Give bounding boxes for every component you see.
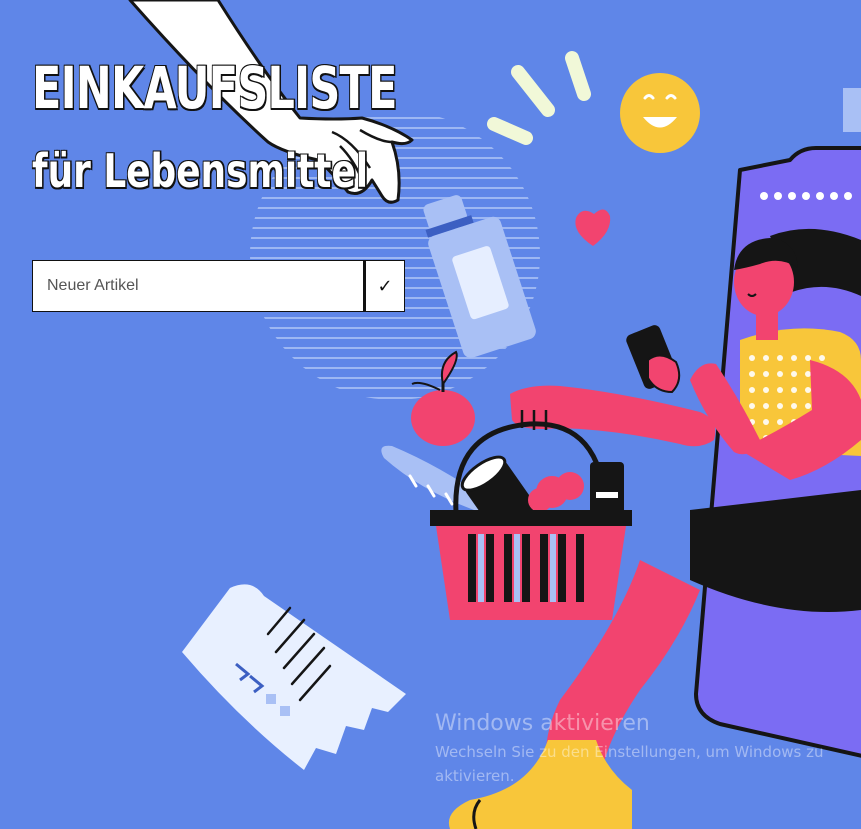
add-item-form: ✓ xyxy=(32,260,405,312)
page-title: EINKAUFSLISTE xyxy=(31,53,398,123)
checkmark-icon: ✓ xyxy=(377,275,393,297)
edge-box-decoration xyxy=(843,88,861,132)
title-block: EINKAUFSLISTE für Lebensmittel xyxy=(31,50,525,204)
new-item-input[interactable] xyxy=(32,260,363,312)
add-item-button[interactable]: ✓ xyxy=(363,260,405,312)
smiley-icon xyxy=(620,73,700,153)
page-subtitle: für Lebensmittel xyxy=(31,143,369,199)
